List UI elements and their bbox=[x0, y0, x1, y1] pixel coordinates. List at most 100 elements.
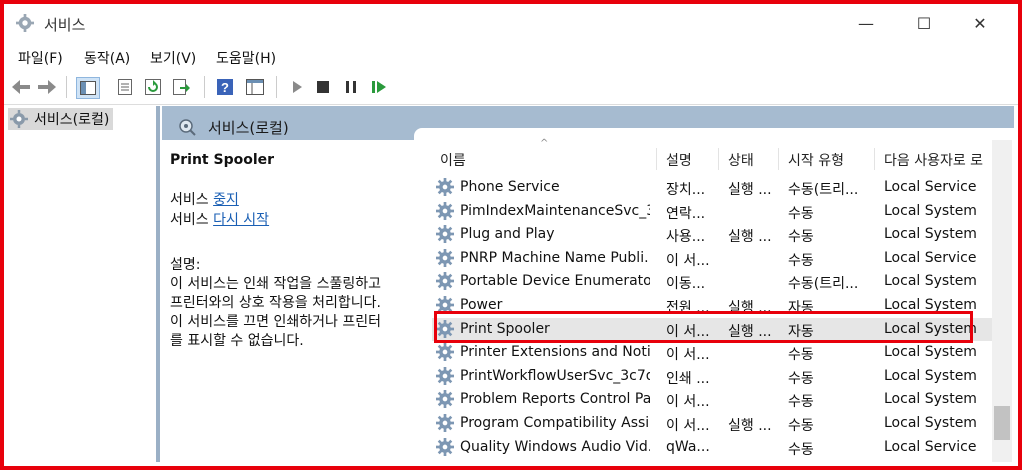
window-title: 서비스 bbox=[44, 16, 86, 34]
gear-icon bbox=[436, 414, 454, 432]
maximize-button[interactable]: ☐ bbox=[904, 8, 944, 38]
service-logon-cell: Local System bbox=[884, 297, 977, 313]
refresh-icon[interactable] bbox=[142, 77, 164, 97]
service-status-cell: 실행 ... bbox=[728, 300, 772, 316]
table-row[interactable]: Portable Device Enumerator... 이동... 수동(트리.… bbox=[432, 270, 992, 293]
service-logon-cell: Local Service bbox=[884, 438, 977, 455]
tree-item-services-local[interactable]: 서비스(로컬) bbox=[8, 108, 114, 130]
column-divider bbox=[874, 148, 875, 170]
pause-icon[interactable] bbox=[340, 77, 362, 97]
title-bar: 서비스 — ☐ ✕ bbox=[4, 4, 1018, 42]
column-header-name[interactable]: 이름 bbox=[440, 150, 466, 170]
services-table: ^ 이름 설명 상태 시작 유형 다음 사용자로 로 Phone Service… bbox=[432, 138, 992, 462]
menu-bar: 파일(F) 동작(A) 보기(V) 도움말(H) bbox=[4, 44, 1018, 70]
view-icon[interactable] bbox=[244, 77, 266, 97]
gear-icon bbox=[436, 225, 454, 244]
vertical-scrollbar[interactable] bbox=[992, 140, 1012, 462]
stop-service-link[interactable]: 중지 bbox=[213, 192, 239, 208]
service-description-cell: 사용... bbox=[666, 229, 706, 246]
service-description-cell: 장치... bbox=[666, 182, 706, 198]
menu-action[interactable]: 동작(A) bbox=[84, 48, 130, 68]
console-tree-icon[interactable] bbox=[76, 77, 100, 99]
service-description-cell: 이 서... bbox=[666, 347, 710, 364]
gear-icon bbox=[436, 366, 454, 385]
stop-icon[interactable] bbox=[312, 77, 334, 97]
service-startup-type-cell: 수동 bbox=[788, 394, 814, 411]
gear-icon bbox=[436, 343, 454, 362]
service-description-cell: 전원 ... bbox=[666, 300, 710, 316]
toolbar-separator bbox=[204, 76, 205, 98]
scrollbar-thumb[interactable] bbox=[994, 406, 1010, 440]
resume-icon[interactable] bbox=[368, 77, 390, 97]
service-logon-cell: Local System bbox=[884, 273, 977, 290]
gear-icon bbox=[436, 296, 454, 314]
table-row[interactable]: Problem Reports Control Pa... 이 서... 수동 Loc… bbox=[432, 388, 992, 411]
forward-icon[interactable] bbox=[36, 77, 58, 97]
table-row[interactable]: Program Compatibility Assi... 이 서... 실행 ..… bbox=[432, 412, 992, 435]
service-name-cell: Problem Reports Control Pa... bbox=[460, 391, 650, 408]
service-name-cell: Quality Windows Audio Vid... bbox=[460, 438, 650, 455]
menu-help[interactable]: 도움말(H) bbox=[216, 48, 276, 68]
service-logon-cell: Local System bbox=[884, 202, 977, 219]
service-logon-cell: Local Service bbox=[884, 249, 977, 266]
service-startup-type-cell: 수동 bbox=[788, 252, 814, 269]
service-name: Print Spooler bbox=[170, 152, 275, 168]
export-icon[interactable] bbox=[170, 77, 192, 97]
gear-icon bbox=[436, 178, 454, 196]
service-startup-type-cell: 수동 bbox=[788, 205, 814, 222]
gear-icon bbox=[436, 437, 454, 456]
service-name-cell: Portable Device Enumerator... bbox=[460, 273, 650, 290]
menu-file[interactable]: 파일(F) bbox=[18, 48, 63, 68]
gear-icon bbox=[436, 272, 454, 291]
column-header-startup-type[interactable]: 시작 유형 bbox=[788, 150, 844, 170]
table-row[interactable]: Print Spooler 이 서... 실행 ... 자동 Local System bbox=[432, 317, 992, 341]
service-name-cell: Plug and Play bbox=[460, 226, 555, 243]
services-pane: 서비스(로컬) Print Spooler 서비스 중지 서비스 다시 시작 설… bbox=[162, 106, 1014, 462]
column-header-log-on-as[interactable]: 다음 사용자로 로 bbox=[884, 150, 992, 170]
table-row[interactable]: Printer Extensions and Noti... 이 서... 수동 Lo… bbox=[432, 341, 992, 364]
table-row[interactable]: Power 전원 ... 실행 ... 자동 Local System bbox=[432, 294, 992, 317]
service-logon-cell: Local System bbox=[884, 344, 977, 361]
service-logon-cell: Local Service bbox=[884, 179, 977, 195]
column-header-description[interactable]: 설명 bbox=[666, 150, 692, 170]
help-icon[interactable]: ? bbox=[214, 77, 236, 97]
svg-text:?: ? bbox=[221, 80, 229, 95]
window: 서비스 — ☐ ✕ 파일(F) 동작(A) 보기(V) 도움말(H) ? 서비스… bbox=[0, 0, 1022, 470]
description-line: 이 서비스는 인쇄 작업을 스풀링하고 bbox=[170, 276, 381, 292]
service-startup-type-cell: 수동(트리... bbox=[788, 276, 859, 293]
service-name-cell: PrintWorkflowUserSvc_3c7df bbox=[460, 367, 650, 384]
play-icon[interactable] bbox=[286, 77, 308, 97]
table-row[interactable]: Phone Service 장치... 실행 ... 수동(트리... Local Se… bbox=[432, 176, 992, 199]
service-description-cell: 인쇄 ... bbox=[666, 370, 710, 387]
properties-icon[interactable] bbox=[114, 77, 136, 97]
column-divider bbox=[656, 148, 657, 170]
description-label: 설명: bbox=[170, 257, 201, 273]
toolbar-separator bbox=[276, 76, 277, 98]
service-name-cell: PimIndexMaintenanceSvc_3... bbox=[460, 202, 650, 219]
table-row[interactable]: Quality Windows Audio Vid... qWa... 수동 Loca… bbox=[432, 436, 992, 459]
close-button[interactable]: ✕ bbox=[960, 8, 1000, 38]
gear-icon bbox=[16, 14, 34, 32]
table-row[interactable]: PrintWorkflowUserSvc_3c7df 인쇄 ... 수동 Local … bbox=[432, 365, 992, 388]
menu-view[interactable]: 보기(V) bbox=[150, 48, 196, 68]
service-logon-cell: Local System bbox=[884, 226, 977, 243]
service-logon-cell: Local System bbox=[884, 415, 977, 431]
service-startup-type-cell: 자동 bbox=[788, 323, 814, 340]
service-description-cell: 이 서... bbox=[666, 323, 710, 340]
sort-arrow-icon: ^ bbox=[540, 138, 549, 149]
column-header-status[interactable]: 상태 bbox=[728, 150, 754, 170]
service-name-cell: Print Spooler bbox=[460, 320, 550, 337]
column-divider bbox=[718, 148, 719, 170]
gear-icon bbox=[436, 390, 454, 409]
service-startup-type-cell: 수동 bbox=[788, 441, 814, 458]
service-startup-type-cell: 자동 bbox=[788, 300, 814, 316]
table-row[interactable]: Plug and Play 사용... 실행 ... 수동 Local System bbox=[432, 223, 992, 246]
back-icon[interactable] bbox=[10, 77, 32, 97]
table-row[interactable]: PimIndexMaintenanceSvc_3... 연락... 수동 Local … bbox=[432, 200, 992, 223]
restart-service-link[interactable]: 다시 시작 bbox=[213, 212, 269, 228]
service-description-cell: 이동... bbox=[666, 276, 706, 293]
table-row[interactable]: PNRP Machine Name Publi... 이 서... 수동 Local … bbox=[432, 247, 992, 270]
service-status-cell: 실행 ... bbox=[728, 418, 772, 434]
minimize-button[interactable]: — bbox=[846, 8, 886, 38]
service-name-cell: Power bbox=[460, 297, 503, 313]
